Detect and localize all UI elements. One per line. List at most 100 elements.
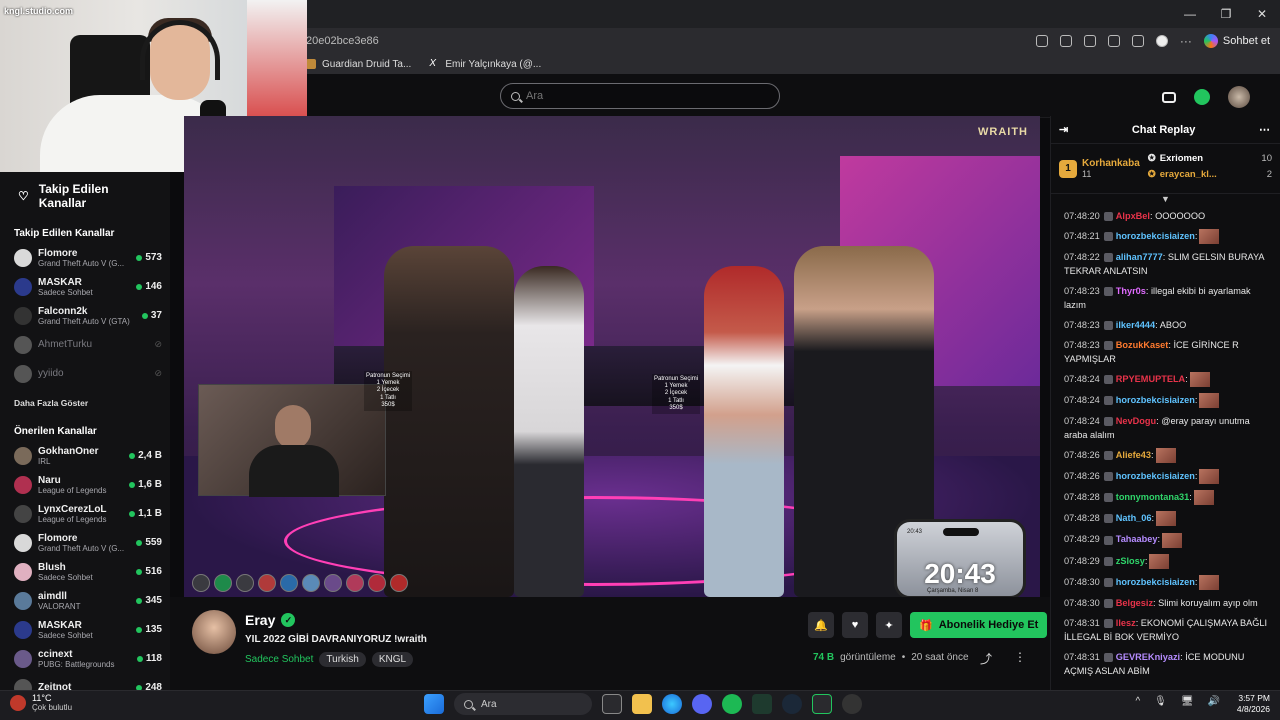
close-icon[interactable]: ✕ [1244,0,1280,28]
bookmark-item[interactable]: X Emir Yalçınkaya (@... [429,59,541,70]
mic-icon[interactable]: 🎙 [1154,696,1167,707]
extension-icon[interactable] [1107,35,1120,47]
collapse-chat-icon[interactable]: ⇥ [1059,123,1068,136]
sidebar-header[interactable]: ♡ Takip Edilen Kanallar [0,172,170,220]
tray-chevron-icon[interactable]: ^ [1135,696,1140,707]
url-text[interactable]: 20e02bce3e86 [306,35,379,47]
terminal-icon[interactable] [752,694,772,714]
file-explorer-icon[interactable] [632,694,652,714]
weather-widget[interactable]: 11°C Çok bulutlu [10,693,72,712]
profile-icon[interactable] [1155,35,1168,47]
channel-text: Blush Sadece Sohbet [38,562,130,582]
user-badge-icon [1103,341,1113,351]
message-username[interactable]: BozukKaset [1116,340,1169,350]
show-more-link[interactable]: Daha Fazla Göster [0,388,170,418]
message-username[interactable]: Nath_06 [1116,513,1152,523]
bookmark-item[interactable]: Guardian Druid Ta... [306,59,411,70]
discord-icon[interactable] [692,694,712,714]
phone-notch [943,528,979,536]
task-view-icon[interactable] [602,694,622,714]
obs-icon[interactable] [842,694,862,714]
gift-subscription-button[interactable]: 🎁 Abonelik Hediye Et [910,612,1048,638]
chat-message: 07:48:23 BozukKaset: İCE GİRİNCE R YAPMIŞ… [1064,335,1268,369]
message-username[interactable]: Belgesiz [1116,598,1153,608]
message-username[interactable]: RPYEMUPTELA [1116,374,1185,384]
message-username[interactable]: horozbekcisiaizen [1116,231,1195,241]
message-username[interactable]: Aliefe43 [1116,450,1151,460]
more-icon[interactable]: ··· [1180,34,1192,48]
follow-heart-icon[interactable]: ♥ [842,612,868,638]
expand-chevron-icon[interactable]: ▼ [1051,194,1280,204]
message-username[interactable]: alihan7777 [1116,252,1163,262]
more-options-icon[interactable]: ⋮ [1014,650,1026,667]
notification-bell-icon[interactable]: 🔔 [808,612,834,638]
taskbar-clock[interactable]: 3:57 PM 4/8/2026 [1237,693,1270,715]
taskbar-search[interactable]: Ara [454,693,592,715]
sidebar-channel[interactable]: MASKAR Sadece Sohbet 135 [0,615,170,644]
share-icon[interactable]: ⤴ [980,650,992,667]
search-input[interactable] [526,90,756,102]
sidebar-channel[interactable]: GokhanOner IRL 2,4 B [0,441,170,470]
message-username[interactable]: horozbekcisiaizen [1116,471,1195,481]
sidebar-channel[interactable]: MASKAR Sadece Sohbet 146 [0,272,170,301]
channel-text: LynxCerezLoL League of Legends [38,504,123,524]
spotify-icon[interactable] [722,694,742,714]
windows-start-icon[interactable] [424,694,444,714]
sidebar-channel[interactable]: ccinext PUBG: Battlegrounds 118 [0,644,170,673]
minimize-icon[interactable]: — [1172,0,1208,28]
top-gifter[interactable]: 1 Korhankaba 11 [1059,150,1140,187]
streamer-name[interactable]: Eray [245,612,275,628]
edge-icon[interactable] [662,694,682,714]
sidebar-channel[interactable]: Flomore Grand Theft Auto V (G... 559 [0,528,170,557]
sidebar-channel[interactable]: LynxCerezLoL League of Legends 1,1 B [0,499,170,528]
sidebar-channel[interactable]: AhmetTurku ⊘ [0,330,170,359]
sidebar-channel[interactable]: Naru League of Legends 1,6 B [0,470,170,499]
message-username[interactable]: GEVREKniyazi [1116,652,1180,662]
user-badge-icon [1103,493,1113,503]
address-bar[interactable]: 20e02bce3e86 ··· Sohbet et [300,28,1280,54]
tag-chip[interactable]: Turkish [319,652,366,667]
search-box[interactable] [500,83,780,109]
tag-chip[interactable]: KNGL [371,652,414,667]
sidebar-channel[interactable]: Falconn2k Grand Theft Auto V (GTA) 37 [0,301,170,330]
message-username[interactable]: Tahaabey [1116,534,1158,544]
app-icon[interactable] [812,694,832,714]
sidebar-channel[interactable]: yyiido ⊘ [0,359,170,388]
message-username[interactable]: AlpxBel [1116,211,1150,221]
weather-icon [10,694,26,711]
theater-mode-icon[interactable] [1162,91,1176,103]
sidebar-channel[interactable]: Blush Sadece Sohbet 516 [0,557,170,586]
message-username[interactable]: zSlosy [1116,556,1145,566]
sparkle-icon[interactable]: ✦ [876,612,902,638]
message-username[interactable]: NevDogu [1116,416,1156,426]
volume-icon[interactable]: 🔊 [1208,696,1220,707]
message-username[interactable]: horozbekcisiaizen [1116,577,1195,587]
channel-avatar [14,533,32,552]
favorite-star-icon[interactable] [1059,35,1072,47]
network-icon[interactable]: 🖥 [1181,696,1194,707]
message-username[interactable]: llesz [1116,618,1136,628]
streamer-avatar[interactable] [192,610,236,654]
message-username[interactable]: horozbekcisiaizen [1116,395,1195,405]
sidebar-channel[interactable]: aimdll VALORANT 345 [0,586,170,615]
message-username[interactable]: ilker4444 [1116,320,1155,330]
message-username[interactable]: Thyr0s [1116,286,1146,296]
copilot-button[interactable]: Sohbet et [1203,34,1270,48]
message-username[interactable]: tonnymontana31 [1116,492,1190,502]
sidebar-channel[interactable]: Flomore Grand Theft Auto V (G... 573 [0,243,170,272]
maximize-icon[interactable]: ❐ [1208,0,1244,28]
extensions-icon[interactable] [1083,35,1096,47]
favorites-icon[interactable] [1131,35,1144,47]
channel-name: LynxCerezLoL [38,503,107,515]
user-avatar[interactable] [1228,86,1250,108]
message-time: 07:48:22 [1064,252,1100,263]
gifter-row[interactable]: ✪ Exriomen 10 [1148,150,1272,166]
video-player[interactable]: Patronun Seçimi 1 Yemek 2 İçecek 1 Tatlı… [184,116,1040,597]
chat-options-icon[interactable]: ⋯ [1259,123,1270,136]
read-aloud-icon[interactable] [1035,35,1048,47]
category-link[interactable]: Sadece Sohbet [245,654,313,665]
steam-icon[interactable] [782,694,802,714]
gifter-row[interactable]: ✪ eraycan_kl... 2 [1148,166,1272,182]
message-time: 07:48:23 [1064,320,1100,331]
kick-logo-icon[interactable] [1194,89,1210,105]
